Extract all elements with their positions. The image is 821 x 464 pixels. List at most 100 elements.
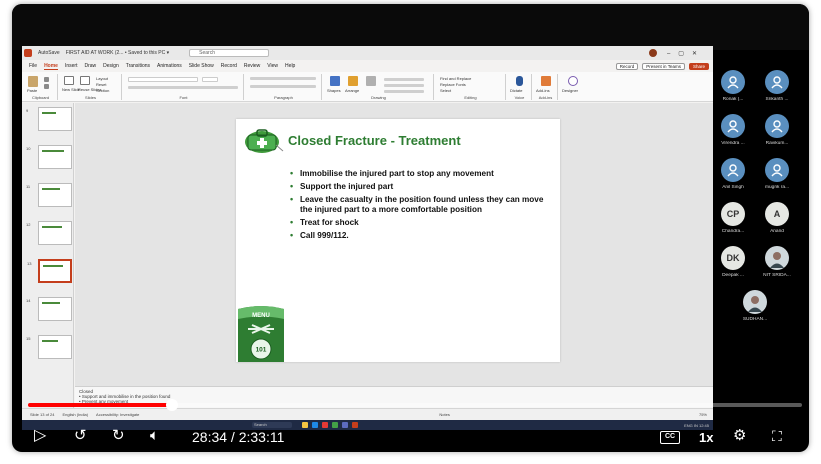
slide-thumbnail-active[interactable]: 13 — [27, 259, 72, 283]
shapes-label: Shapes — [327, 88, 341, 93]
shapes-icon[interactable] — [330, 76, 340, 86]
notes-toggle[interactable]: Notes — [439, 412, 449, 417]
rewind-10-icon[interactable]: ↺ — [74, 428, 87, 444]
window-controls[interactable]: –▢✕ — [667, 50, 705, 57]
select-button[interactable]: Select — [440, 88, 451, 93]
slide-thumbnail[interactable]: 10 — [26, 145, 72, 169]
slide-thumbnail[interactable]: 9 — [26, 107, 72, 131]
section-button[interactable]: Section — [96, 88, 109, 93]
quick-styles-icon[interactable] — [366, 76, 376, 86]
shape-effects-button[interactable] — [384, 90, 424, 93]
ribbon-group-slides: New Slide Reuse Slides Layout Reset Sect… — [60, 74, 122, 100]
participant-name: Srikanth ... — [765, 97, 789, 102]
autosave-toggle[interactable]: AutoSave — [38, 50, 60, 56]
account-avatar[interactable] — [648, 49, 657, 57]
participant-tile[interactable]: Virendra ... — [713, 114, 753, 160]
playback-speed-button[interactable]: 1x — [699, 430, 713, 445]
fullscreen-icon[interactable]: ⛶ — [772, 428, 782, 444]
settings-gear-icon[interactable]: ⚙ — [733, 428, 746, 444]
slide-title[interactable]: Closed Fracture - Treatment — [288, 133, 461, 148]
slide-thumbnail[interactable]: 14 — [26, 297, 72, 321]
slide-thumbnail[interactable]: 11 — [26, 183, 72, 207]
cut-icon[interactable] — [44, 77, 49, 82]
forward-10-icon[interactable]: ↻ — [112, 428, 125, 444]
copy-icon[interactable] — [44, 84, 49, 89]
video-controls: ▷ ↺ ↻ 🔈︎ 28:34 / 2:33:11 CC 1x ⚙ ⛶ — [12, 424, 809, 452]
participant-tile[interactable]: Ronak (... — [713, 70, 753, 116]
paste-label: Paste — [27, 88, 38, 93]
participant-tile[interactable]: NIT SRIDA... — [757, 246, 797, 292]
add-ins-icon[interactable] — [541, 76, 551, 86]
participant-tile[interactable]: mugrik ra... — [757, 158, 797, 204]
ribbon-group-clipboard: Paste Clipboard — [24, 74, 58, 100]
tab-transitions[interactable]: Transitions — [126, 63, 150, 69]
tab-file[interactable]: File — [29, 63, 37, 69]
font-format-buttons[interactable] — [128, 86, 238, 89]
align-buttons[interactable] — [250, 85, 316, 88]
tab-home[interactable]: Home — [44, 63, 58, 70]
slide-thumbnail[interactable]: 15 — [26, 335, 72, 359]
tab-insert[interactable]: Insert — [65, 63, 78, 69]
progress-scrubber-handle[interactable] — [165, 399, 178, 411]
participant-tile[interactable]: SUDHAN... — [735, 290, 775, 336]
slide-editor-area[interactable]: Closed Fracture - Treatment Immobilise t… — [75, 103, 713, 386]
paste-icon[interactable] — [28, 76, 38, 87]
list-buttons[interactable] — [250, 77, 316, 80]
slide-thumbnail[interactable]: 12 — [26, 221, 72, 245]
accessibility-status[interactable]: Accessibility: Investigate — [96, 412, 139, 417]
tab-slide-show[interactable]: Slide Show — [189, 63, 214, 69]
tab-review[interactable]: Review — [244, 63, 260, 69]
shape-outline-button[interactable] — [384, 84, 424, 87]
present-in-teams-button[interactable]: Present in Teams — [642, 62, 685, 70]
layout-button[interactable]: Layout — [96, 76, 108, 81]
arrange-icon[interactable] — [348, 76, 358, 86]
play-icon[interactable]: ▷ — [34, 428, 46, 444]
tab-design[interactable]: Design — [103, 63, 119, 69]
tab-animations[interactable]: Animations — [157, 63, 182, 69]
thumbnail-title-mark — [42, 188, 60, 190]
designer-icon[interactable] — [568, 76, 578, 86]
replace-fonts-button[interactable]: Replace Fonts — [440, 82, 466, 87]
group-label-addins: Add-ins — [538, 95, 553, 100]
reuse-slides-icon[interactable] — [80, 76, 90, 85]
shape-fill-button[interactable] — [384, 78, 424, 81]
participant-name: Ronak (... — [722, 97, 744, 102]
participant-tile[interactable]: DK Deepak ... — [713, 246, 753, 292]
font-size-box[interactable] — [202, 77, 218, 82]
reset-button[interactable]: Reset — [96, 82, 106, 87]
slide-bullet-list[interactable]: Immobilise the injured part to stop any … — [288, 169, 553, 244]
thumbnail-number: 12 — [26, 222, 31, 227]
record-button[interactable]: Record — [615, 62, 639, 70]
bullet-item: Leave the casualty in the position found… — [288, 195, 553, 214]
zoom-level[interactable]: 75% — [699, 412, 707, 417]
microphone-icon[interactable] — [516, 76, 523, 86]
slide-thumbnail-pane[interactable]: 9 10 11 12 13 14 15 — [22, 103, 74, 408]
participant-tile[interactable]: Ravikum... — [757, 114, 797, 160]
tab-help[interactable]: Help — [285, 63, 295, 69]
font-name-box[interactable] — [128, 77, 198, 82]
participant-tile[interactable]: Srikanth ... — [757, 70, 797, 116]
participant-tile[interactable]: Anil Singh — [713, 158, 753, 204]
new-slide-icon[interactable] — [64, 76, 74, 85]
thumbnail-number: 11 — [26, 184, 31, 189]
volume-icon[interactable]: 🔈︎ — [150, 428, 159, 444]
current-slide[interactable]: Closed Fracture - Treatment Immobilise t… — [236, 119, 560, 362]
participant-tile[interactable]: A Anand — [757, 202, 797, 248]
find-replace-button[interactable]: Find and Replace — [440, 76, 471, 81]
tab-record[interactable]: Record — [221, 63, 237, 69]
language-indicator[interactable]: English (India) — [62, 412, 88, 417]
participant-tile[interactable]: CP Chandra... — [713, 202, 753, 248]
document-title[interactable]: FIRST AID AT WORK (2... • Saved to this … — [66, 50, 169, 56]
badge-number-text: 101 — [256, 347, 267, 354]
tab-draw[interactable]: Draw — [84, 63, 96, 69]
title-bar: AutoSave FIRST AID AT WORK (2... • Saved… — [22, 46, 713, 60]
menu-101-badge[interactable]: MENU 101 — [236, 305, 286, 362]
search-box[interactable]: Search — [189, 49, 270, 57]
share-button[interactable]: Share — [688, 62, 709, 70]
group-label-editing: Editing — [464, 95, 477, 100]
participant-initials-avatar: A — [765, 202, 789, 226]
tab-view[interactable]: View — [267, 63, 278, 69]
captions-button[interactable]: CC — [660, 431, 680, 444]
video-progress-bar[interactable] — [28, 399, 802, 411]
progress-fill — [28, 403, 172, 407]
